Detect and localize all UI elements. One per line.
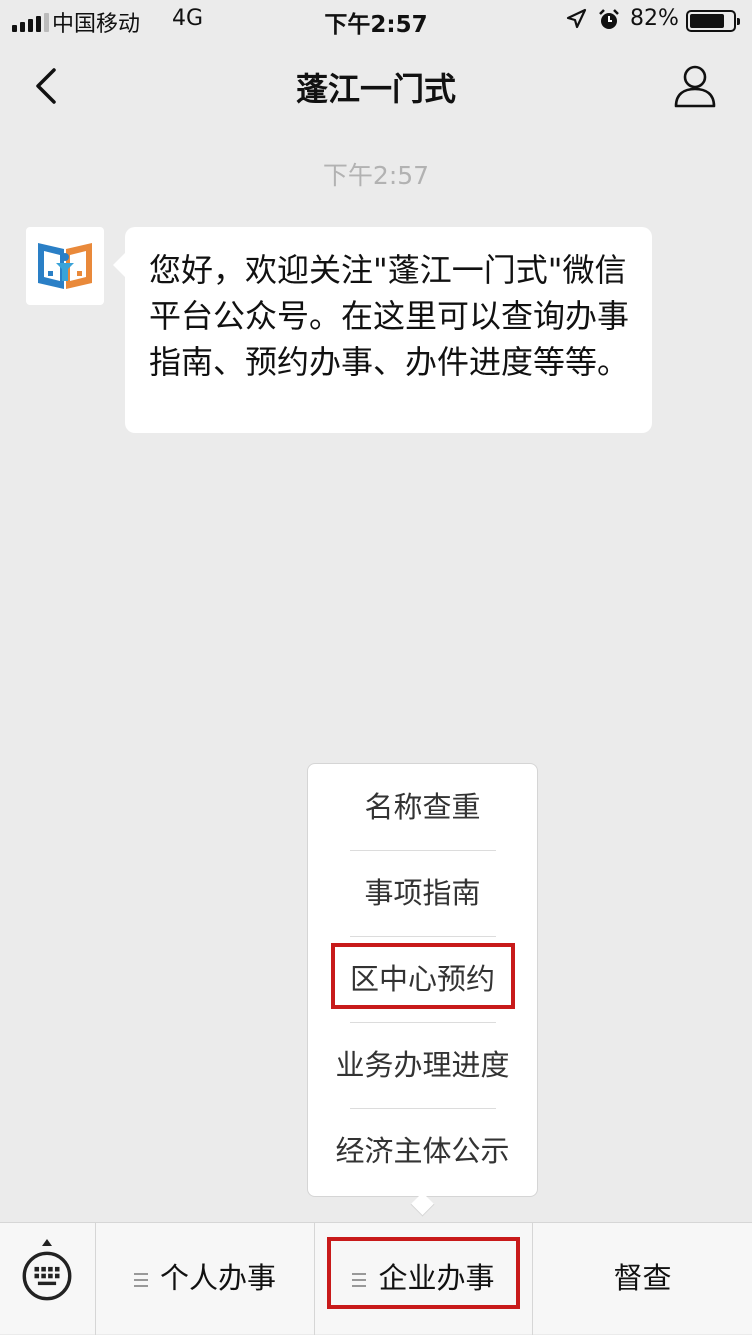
location-arrow-icon — [566, 8, 587, 29]
divider — [350, 1022, 496, 1023]
message-text: 您好，欢迎关注"蓬江一门式"微信平台公众号。在这里可以查询办事指南、预约办事、办… — [149, 251, 630, 381]
status-bar: 中国移动 4G 下午2:57 82% — [0, 0, 752, 40]
message-timestamp: 下午2:57 — [322, 161, 430, 190]
keyboard-icon — [22, 1251, 72, 1301]
menu-item-name-check[interactable]: 名称查重 — [308, 764, 537, 850]
message-bubble: 您好，欢迎关注"蓬江一门式"微信平台公众号。在这里可以查询办事指南、预约办事、办… — [113, 227, 652, 433]
alarm-clock-icon — [599, 9, 619, 29]
menu-item-entity-notice[interactable]: 经济主体公示 — [308, 1108, 537, 1194]
page-title: 蓬江一门式 — [295, 70, 456, 108]
menu-personal-affairs[interactable]: 个人办事 — [96, 1223, 315, 1335]
menu-item-progress[interactable]: 业务办理进度 — [308, 1022, 537, 1108]
menu-supervision[interactable]: 督查 — [533, 1223, 752, 1335]
highlight-box — [331, 943, 515, 1009]
menu-label: 督查 — [613, 1261, 672, 1295]
nav-bar: 蓬江一门式 — [0, 42, 752, 130]
official-account-logo — [38, 243, 92, 289]
person-icon[interactable] — [672, 62, 718, 110]
up-arrow-icon — [42, 1239, 52, 1246]
divider — [350, 936, 496, 937]
battery-percent: 82% — [630, 6, 679, 31]
menu-lines-icon — [133, 1269, 148, 1291]
highlight-box — [327, 1237, 520, 1309]
divider — [350, 1108, 496, 1109]
battery-icon — [686, 10, 740, 32]
divider — [350, 850, 496, 851]
menu-item-guide[interactable]: 事项指南 — [308, 850, 537, 936]
menu-label: 个人办事 — [159, 1261, 276, 1295]
avatar[interactable] — [26, 227, 104, 305]
keyboard-toggle-button[interactable] — [0, 1223, 96, 1335]
